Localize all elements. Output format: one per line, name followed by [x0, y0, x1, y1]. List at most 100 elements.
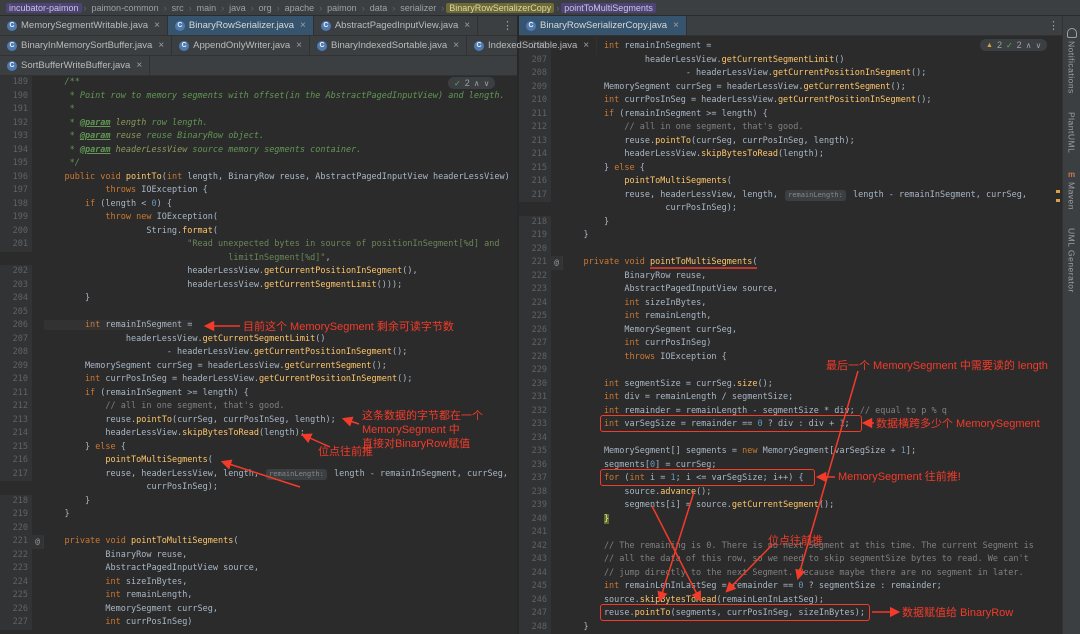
close-icon[interactable]: ×	[673, 20, 679, 31]
code-line[interactable]: 213 reuse.pointTo(currSeg, currPosInSeg,…	[0, 413, 517, 427]
code-line[interactable]: 195 */	[0, 157, 517, 171]
breadcrumb-item[interactable]: org	[256, 3, 275, 13]
line-number[interactable]: 211	[0, 386, 32, 400]
close-icon[interactable]: ×	[154, 20, 160, 31]
line-number[interactable]: 243	[519, 553, 551, 567]
code-line[interactable]: 192 * @param length row length.	[0, 116, 517, 130]
editor-tab[interactable]: C BinaryRowSerializerCopy.java ×	[519, 16, 687, 35]
line-number[interactable]: 192	[0, 116, 32, 130]
code-line[interactable]: 227 int currPosInSeg)	[519, 337, 1062, 351]
line-number[interactable]: 193	[0, 130, 32, 144]
line-number[interactable]: 201	[0, 238, 32, 252]
line-number[interactable]: 244	[519, 566, 551, 580]
code-line[interactable]: 225 int remainLength,	[0, 589, 517, 603]
line-number[interactable]: 242	[519, 539, 551, 553]
code-line[interactable]: 241	[519, 526, 1062, 540]
line-number[interactable]: 196	[0, 170, 32, 184]
code-line[interactable]: 213 reuse.pointTo(currSeg, currPosInSeg,…	[519, 134, 1062, 148]
line-number[interactable]: 240	[519, 512, 551, 526]
code-line[interactable]: 214 headerLessView.skipBytesToRead(lengt…	[519, 148, 1062, 162]
line-number[interactable]: 190	[0, 89, 32, 103]
line-number[interactable]: 241	[519, 526, 551, 540]
code-line[interactable]: 218 }	[519, 215, 1062, 229]
line-number[interactable]: 235	[519, 445, 551, 459]
code-line[interactable]: 210 int currPosInSeg = headerLessView.ge…	[519, 94, 1062, 108]
line-number[interactable]: 226	[0, 602, 32, 616]
code-line[interactable]: 244 // jump directly to the next Segment…	[519, 566, 1062, 580]
code-line[interactable]: 211 if (remainInSegment >= length) {	[0, 386, 517, 400]
line-number[interactable]: 225	[0, 589, 32, 603]
code-line[interactable]: 229	[519, 364, 1062, 378]
line-number[interactable]: 216	[0, 454, 32, 468]
line-number[interactable]: 247	[519, 607, 551, 621]
line-number[interactable]: 230	[519, 377, 551, 391]
code-line[interactable]: 211 if (remainInSegment >= length) {	[519, 107, 1062, 121]
code-line[interactable]: 231 int div = remainLength / segmentSize…	[519, 391, 1062, 405]
code-line[interactable]: 202 headerLessView.getCurrentPositionInS…	[0, 265, 517, 279]
code-line[interactable]: 238 source.advance();	[519, 485, 1062, 499]
line-number[interactable]: 223	[519, 283, 551, 297]
prev-problem-icon[interactable]: ∧	[474, 79, 480, 88]
code-line[interactable]: 209 MemorySegment currSeg = headerLessVi…	[0, 359, 517, 373]
inspection-widget[interactable]: ✓ 2 ∧ ∨	[448, 77, 496, 89]
line-number[interactable]: 228	[519, 350, 551, 364]
line-number[interactable]: 226	[519, 323, 551, 337]
line-number[interactable]: 215	[519, 161, 551, 175]
line-number[interactable]: 198	[0, 197, 32, 211]
line-number[interactable]: 209	[0, 359, 32, 373]
code-line[interactable]: 246 source.skipBytesToRead(remainLenInLa…	[519, 593, 1062, 607]
close-icon[interactable]: ×	[136, 60, 142, 71]
line-number[interactable]: 195	[0, 157, 32, 171]
breadcrumb-item[interactable]: incubator-paimon	[6, 2, 82, 13]
code-line[interactable]: 219 }	[0, 508, 517, 522]
line-number[interactable]: 217	[519, 188, 551, 202]
code-line[interactable]: 193 * @param reuse reuse BinaryRow objec…	[0, 130, 517, 144]
line-number[interactable]: 214	[519, 148, 551, 162]
code-line[interactable]: 190 * Point row to memory segments with …	[0, 89, 517, 103]
tab-options-icon[interactable]: ⋮	[502, 18, 513, 34]
line-number[interactable]: 248	[519, 620, 551, 634]
editor-tab[interactable]: C BinaryIndexedSortable.java ×	[310, 36, 468, 55]
line-number[interactable]: 200	[0, 224, 32, 238]
line-number[interactable]: 232	[519, 404, 551, 418]
editor-tab[interactable]: C BinaryInMemorySortBuffer.java ×	[0, 36, 173, 55]
code-line[interactable]: 224 int sizeInBytes,	[519, 296, 1062, 310]
code-line[interactable]: 217 reuse, headerLessView, length, remai…	[519, 188, 1062, 202]
code-line[interactable]: 245 int remainLenInLastSeg = remainder =…	[519, 580, 1062, 594]
code-line[interactable]: 234	[519, 431, 1062, 445]
line-number[interactable]: 214	[0, 427, 32, 441]
editor-tab[interactable]: C MemorySegmentWritable.java ×	[0, 16, 168, 35]
code-line[interactable]: 227 int currPosInSeg)	[0, 616, 517, 630]
splitter[interactable]	[517, 16, 519, 634]
line-number[interactable]: 221	[0, 535, 32, 549]
line-number[interactable]: 208	[0, 346, 32, 360]
code-line[interactable]: currPosInSeg);	[519, 202, 1062, 216]
line-number[interactable]: 221	[519, 256, 551, 270]
code-line[interactable]: 219 }	[519, 229, 1062, 243]
editor-tab[interactable]: C IndexedSortable.java ×	[467, 36, 598, 55]
line-number[interactable]: 246	[519, 593, 551, 607]
code-line[interactable]: 243 // all the data of this row, so we n…	[519, 553, 1062, 567]
code-line[interactable]: 220	[519, 242, 1062, 256]
left-editor[interactable]: 189 /** 190 * Point row to memory segment…	[0, 76, 517, 634]
line-number[interactable]: 218	[519, 215, 551, 229]
code-line[interactable]: 230 int segmentSize = currSeg.size();	[519, 377, 1062, 391]
line-number[interactable]: 213	[0, 413, 32, 427]
code-line[interactable]: 222 BinaryRow reuse,	[0, 548, 517, 562]
line-number[interactable]: 191	[0, 103, 32, 117]
line-number[interactable]: 236	[519, 458, 551, 472]
line-number[interactable]: 202	[0, 265, 32, 279]
close-icon[interactable]: ×	[296, 40, 302, 51]
code-line[interactable]: 239 segments[i] = source.getCurrentSegme…	[519, 499, 1062, 513]
code-line[interactable]: 209 MemorySegment currSeg = headerLessVi…	[519, 80, 1062, 94]
tool-stripe-item[interactable]: m Maven	[1067, 171, 1077, 211]
line-number[interactable]: 212	[519, 121, 551, 135]
line-number[interactable]: 189	[0, 76, 32, 90]
code-line[interactable]: 207 headerLessView.getCurrentSegmentLimi…	[0, 332, 517, 346]
line-number[interactable]: 212	[0, 400, 32, 414]
code-line[interactable]: 210 int currPosInSeg = headerLessView.ge…	[0, 373, 517, 387]
code-line[interactable]: limitInSegment[%d]",	[0, 252, 517, 266]
close-icon[interactable]: ×	[453, 40, 459, 51]
line-number[interactable]: 223	[0, 562, 32, 576]
line-number[interactable]: 222	[0, 548, 32, 562]
